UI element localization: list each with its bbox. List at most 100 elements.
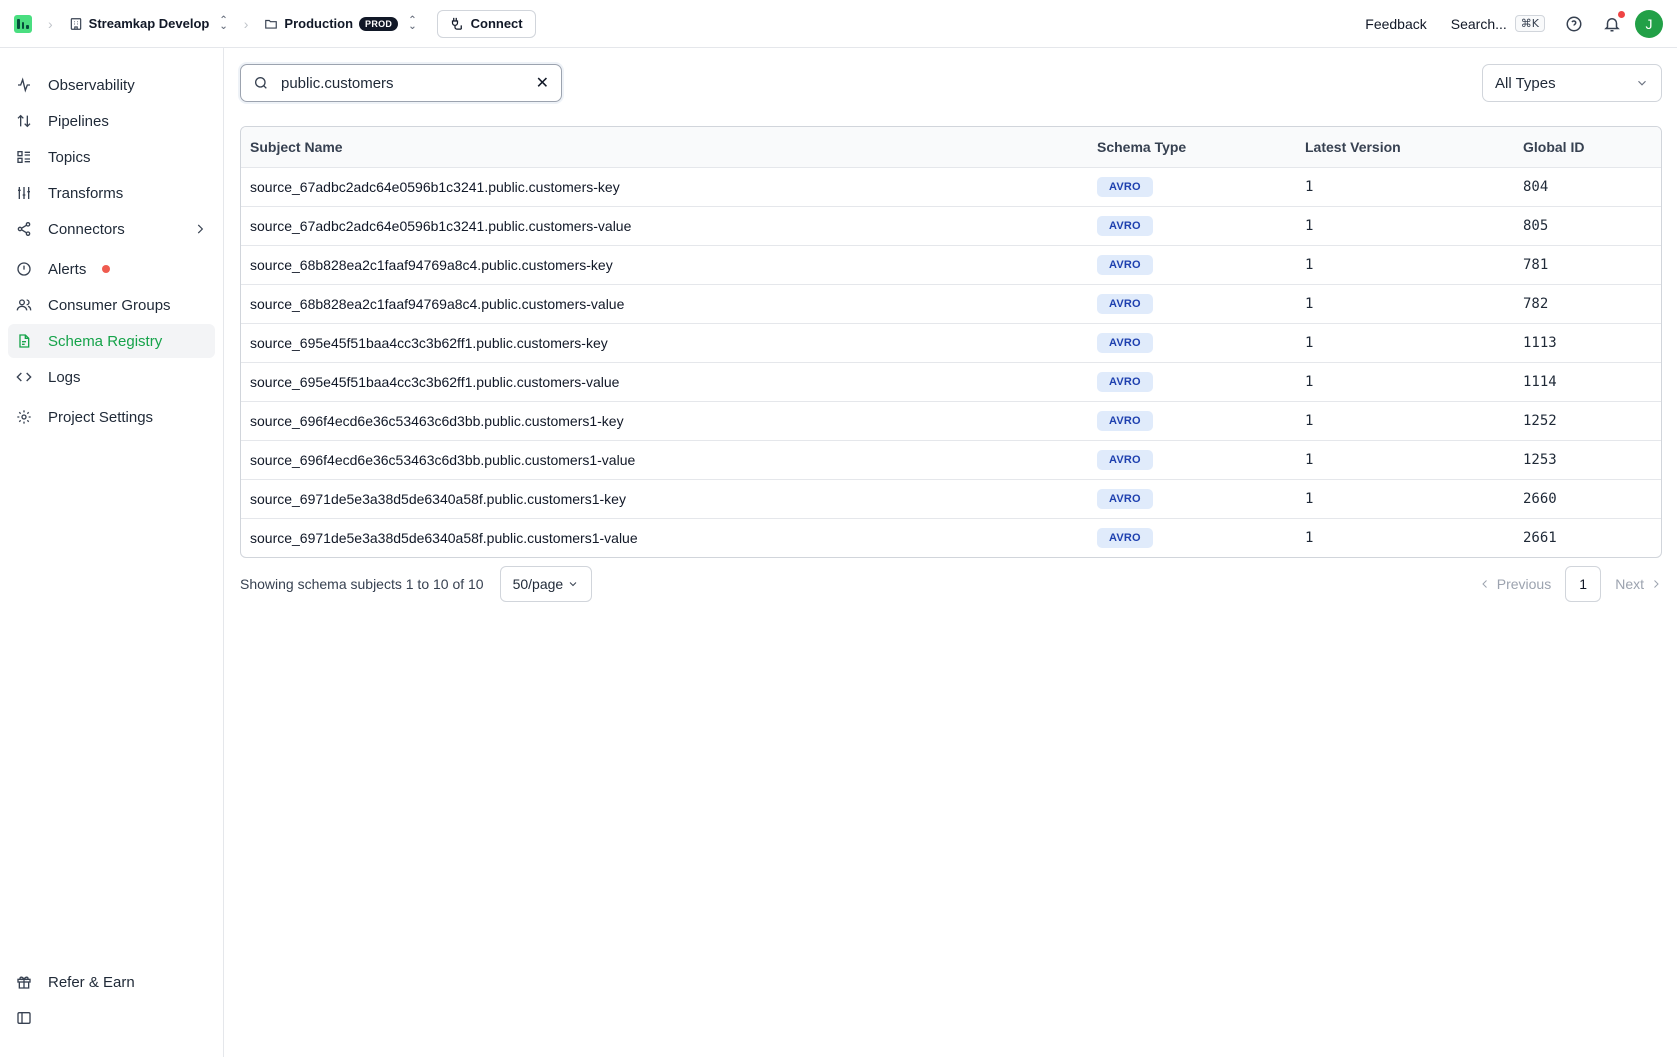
latest-version-cell: 1 xyxy=(1296,167,1514,207)
column-header-latest-version[interactable]: Latest Version xyxy=(1296,127,1514,168)
sidebar-item-project-settings[interactable]: Project Settings xyxy=(8,400,215,434)
schema-type-cell: AVRO xyxy=(1088,284,1296,324)
table-row[interactable]: source_67adbc2adc64e0596b1c3241.public.c… xyxy=(241,206,1661,246)
global-id-cell: 1253 xyxy=(1514,440,1661,480)
activity-icon xyxy=(18,77,30,93)
help-button[interactable] xyxy=(1565,15,1583,33)
subject-name-cell[interactable]: source_68b828ea2c1faaf94769a8c4.public.c… xyxy=(241,245,1088,285)
project-switcher[interactable]: Production PROD ⌃ ⌄ xyxy=(264,15,417,31)
table-row[interactable]: source_696f4ecd6e36c53463c6d3bb.public.c… xyxy=(241,401,1661,441)
schema-type-cell: AVRO xyxy=(1088,323,1296,363)
chevron-down-icon xyxy=(1638,80,1646,86)
sidebar: Observability Pipelines Topics Transform… xyxy=(0,48,224,1057)
column-header-subject[interactable]: Subject Name xyxy=(241,127,1088,168)
pagination-summary: Showing schema subjects 1 to 10 of 10 xyxy=(240,576,484,592)
next-page-button[interactable]: Next xyxy=(1615,576,1662,592)
global-id-cell: 2660 xyxy=(1514,479,1661,519)
plug-icon xyxy=(451,17,462,30)
subject-name-cell[interactable]: source_68b828ea2c1faaf94769a8c4.public.c… xyxy=(241,284,1088,324)
top-bar: › Streamkap Develop ⌃ ⌄ › Production PROD… xyxy=(0,0,1677,48)
table-row[interactable]: source_68b828ea2c1faaf94769a8c4.public.c… xyxy=(241,284,1661,324)
column-header-global-id[interactable]: Global ID xyxy=(1514,127,1661,168)
project-name: Production xyxy=(284,16,354,31)
org-name: Streamkap Develop xyxy=(88,16,210,31)
list-icon xyxy=(17,151,30,163)
user-avatar[interactable]: J xyxy=(1635,9,1663,38)
schema-type-select[interactable]: All Types xyxy=(1482,64,1662,102)
latest-version-cell: 1 xyxy=(1296,440,1514,480)
chevron-right-icon xyxy=(1654,580,1659,588)
clear-search-icon[interactable]: ✕ xyxy=(536,73,549,93)
table-header-row: Subject Name Schema Type Latest Version … xyxy=(241,127,1661,168)
sidebar-item-consumer-groups[interactable]: Consumer Groups xyxy=(8,288,215,322)
table-row[interactable]: source_6971de5e3a38d5de6340a58f.public.c… xyxy=(241,479,1661,519)
schema-type-cell: AVRO xyxy=(1088,206,1296,246)
table-row[interactable]: source_68b828ea2c1faaf94769a8c4.public.c… xyxy=(241,245,1661,285)
refer-earn-link[interactable]: Refer & Earn xyxy=(8,965,216,999)
schema-type-badge: AVRO xyxy=(1097,215,1153,236)
table-row[interactable]: source_6971de5e3a38d5de6340a58f.public.c… xyxy=(241,518,1661,557)
global-id-cell: 781 xyxy=(1514,245,1661,285)
global-id-cell: 782 xyxy=(1514,284,1661,324)
sidebar-item-pipelines[interactable]: Pipelines xyxy=(8,104,215,138)
schema-type-cell: AVRO xyxy=(1088,479,1296,519)
per-page-select[interactable]: 50/page xyxy=(499,566,593,602)
subject-search: ✕ xyxy=(240,64,562,102)
users-icon xyxy=(16,299,32,311)
latest-version-cell: 1 xyxy=(1296,323,1514,363)
collapse-sidebar-button[interactable] xyxy=(8,1001,216,1035)
share-icon xyxy=(17,222,31,236)
connect-button[interactable]: Connect xyxy=(436,9,536,38)
column-header-schema-type[interactable]: Schema Type xyxy=(1088,127,1296,168)
latest-version-cell: 1 xyxy=(1305,529,1314,546)
subject-name-cell[interactable]: source_67adbc2adc64e0596b1c3241.public.c… xyxy=(241,167,1088,207)
search-input[interactable] xyxy=(281,74,536,92)
subject-name-cell[interactable]: source_696f4ecd6e36c53463c6d3bb.public.c… xyxy=(241,401,1088,441)
feedback-link[interactable]: Feedback xyxy=(1365,16,1426,32)
table-row[interactable]: source_696f4ecd6e36c53463c6d3bb.public.c… xyxy=(241,440,1661,480)
pagination-bar: Showing schema subjects 1 to 10 of 10 50… xyxy=(240,566,1662,602)
global-id-cell: 1252 xyxy=(1514,401,1661,441)
sidebar-item-observability[interactable]: Observability xyxy=(8,68,215,102)
sidebar-item-schema-registry[interactable]: Schema Registry xyxy=(8,324,215,358)
streamkap-logo[interactable] xyxy=(14,14,32,33)
latest-version-cell: 1 xyxy=(1296,362,1514,402)
help-icon xyxy=(1566,16,1582,31)
latest-version-cell: 1 xyxy=(1296,206,1514,246)
search-icon xyxy=(254,77,267,89)
alert-indicator-dot xyxy=(102,265,111,273)
schema-type-cell: AVRO xyxy=(1088,518,1296,557)
chevron-left-icon xyxy=(1482,580,1487,588)
page-number-button[interactable]: 1 xyxy=(1565,566,1602,602)
latest-version-cell: 1 xyxy=(1296,284,1514,324)
global-id-cell: 805 xyxy=(1514,206,1661,246)
sidebar-item-topics[interactable]: Topics xyxy=(8,140,215,174)
schema-type-badge: AVRO xyxy=(1097,527,1153,548)
sidebar-item-transforms[interactable]: Transforms xyxy=(8,176,215,210)
main-content: ✕ All Types Subject Name Schema Type Lat… xyxy=(240,64,1662,602)
schema-table: Subject Name Schema Type Latest Version … xyxy=(240,126,1662,558)
arrows-up-down-icon xyxy=(17,114,31,128)
sidebar-item-alerts[interactable]: Alerts xyxy=(8,252,215,286)
chevron-down-icon xyxy=(569,582,577,587)
chevron-right-icon: › xyxy=(48,15,53,32)
table-row[interactable]: source_695e45f51baa4cc3c3b62ff1.public.c… xyxy=(241,362,1661,402)
subject-name-cell[interactable]: source_695e45f51baa4cc3c3b62ff1.public.c… xyxy=(241,362,1088,402)
subject-name-cell[interactable]: source_695e45f51baa4cc3c3b62ff1.public.c… xyxy=(241,323,1088,363)
sidebar-item-logs[interactable]: Logs xyxy=(8,360,215,394)
table-row[interactable]: source_695e45f51baa4cc3c3b62ff1.public.c… xyxy=(241,323,1661,363)
global-search-button[interactable]: Search... ⌘K xyxy=(1451,15,1545,32)
table-row[interactable]: source_67adbc2adc64e0596b1c3241.public.c… xyxy=(241,167,1661,207)
subject-name-cell[interactable]: source_67adbc2adc64e0596b1c3241.public.c… xyxy=(241,206,1088,246)
page-controls: Previous 1 Next xyxy=(1479,566,1662,602)
subject-name-cell[interactable]: source_6971de5e3a38d5de6340a58f.public.c… xyxy=(241,518,1088,557)
subject-name-cell[interactable]: source_696f4ecd6e36c53463c6d3bb.public.c… xyxy=(241,440,1088,480)
schema-type-badge: AVRO xyxy=(1097,176,1153,197)
previous-page-button[interactable]: Previous xyxy=(1479,576,1551,592)
sidebar-item-connectors[interactable]: Connectors xyxy=(8,212,215,246)
notification-dot xyxy=(1618,10,1625,18)
subject-name-cell[interactable]: source_6971de5e3a38d5de6340a58f.public.c… xyxy=(241,479,1088,519)
org-switcher[interactable]: Streamkap Develop ⌃ ⌄ xyxy=(69,15,228,31)
notifications-button[interactable] xyxy=(1603,10,1625,33)
schema-type-cell: AVRO xyxy=(1088,362,1296,402)
